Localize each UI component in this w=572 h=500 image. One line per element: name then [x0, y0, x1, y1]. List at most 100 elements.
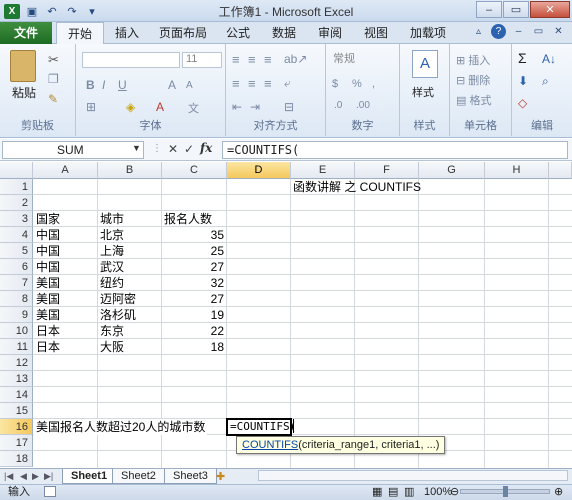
cell-b7[interactable]: 纽约: [98, 275, 126, 291]
sheet-tab-sheet2[interactable]: Sheet2: [112, 469, 165, 484]
formula-input[interactable]: =COUNTIFS(: [222, 141, 568, 159]
sort-filter-icon[interactable]: A↓: [542, 52, 556, 66]
number-format-field[interactable]: 常规: [331, 52, 395, 68]
name-box-dropdown-icon[interactable]: ▼: [132, 143, 141, 153]
orientation-icon[interactable]: ab↗: [284, 52, 307, 66]
next-sheet-icon[interactable]: ▶: [32, 471, 39, 482]
row-header-10[interactable]: 10: [0, 323, 33, 339]
first-sheet-icon[interactable]: |◀: [4, 471, 13, 482]
italic-icon[interactable]: I: [102, 78, 105, 92]
tab-file[interactable]: 文件: [0, 22, 52, 44]
fill-icon[interactable]: ⬇: [518, 74, 528, 88]
column-header-d[interactable]: D: [227, 162, 291, 179]
enter-icon[interactable]: ✓: [184, 142, 194, 156]
row-header-3[interactable]: 3: [0, 211, 33, 227]
cell-b8[interactable]: 迈阿密: [98, 291, 138, 307]
cell-a8[interactable]: 美国: [34, 291, 62, 307]
cell-b10[interactable]: 东京: [98, 323, 126, 339]
column-header-b[interactable]: B: [98, 162, 162, 179]
column-header-f[interactable]: F: [355, 162, 419, 179]
tab-data[interactable]: 数据: [264, 22, 304, 44]
cell-b9[interactable]: 洛杉矶: [98, 307, 138, 323]
row-header-6[interactable]: 6: [0, 259, 33, 275]
styles-icon[interactable]: A: [412, 50, 438, 78]
insert-sheet-icon[interactable]: ✚: [216, 470, 225, 483]
maximize-button[interactable]: ▭: [503, 1, 529, 18]
tooltip-function-link[interactable]: COUNTIFS: [242, 439, 298, 451]
zoom-level[interactable]: 100%: [424, 485, 452, 500]
bold-icon[interactable]: B: [86, 78, 95, 92]
tab-addins[interactable]: 加载项: [402, 22, 454, 44]
cell-a7[interactable]: 美国: [34, 275, 62, 291]
row-header-13[interactable]: 13: [0, 371, 33, 387]
last-sheet-icon[interactable]: ▶|: [44, 471, 53, 482]
cell-c6[interactable]: 27: [162, 259, 226, 275]
tab-page-layout[interactable]: 页面布局: [152, 22, 214, 44]
select-all-corner[interactable]: [0, 162, 33, 179]
cell-b5[interactable]: 上海: [98, 243, 126, 259]
macro-record-icon[interactable]: [44, 486, 56, 497]
find-select-icon[interactable]: ⌕: [542, 74, 549, 89]
row-header-5[interactable]: 5: [0, 243, 33, 259]
column-header-e[interactable]: E: [291, 162, 355, 179]
worksheet-grid[interactable]: A B C D E F G H 1 2 3 4 5 6 7 8 9 10 11 …: [0, 162, 572, 470]
cancel-icon[interactable]: ✕: [168, 142, 178, 156]
horizontal-scrollbar[interactable]: [258, 470, 568, 481]
decrease-decimal-icon[interactable]: .00: [356, 100, 370, 111]
close-button[interactable]: ✕: [530, 1, 570, 18]
row-header-2[interactable]: 2: [0, 195, 33, 211]
paste-label[interactable]: 粘贴: [12, 84, 36, 101]
wrap-text-icon[interactable]: ⤶: [284, 76, 291, 91]
fill-color-icon[interactable]: ◈: [126, 100, 135, 114]
column-header-a[interactable]: A: [33, 162, 98, 179]
cell-c9[interactable]: 19: [162, 307, 226, 323]
row-header-17[interactable]: 17: [0, 435, 33, 451]
delete-cells-button[interactable]: ⊟ 删除: [456, 72, 490, 88]
font-name-field[interactable]: [82, 52, 180, 68]
increase-indent-icon[interactable]: ⇥: [250, 100, 260, 114]
underline-icon[interactable]: U: [118, 78, 127, 92]
row-header-8[interactable]: 8: [0, 291, 33, 307]
cell-a5[interactable]: 中国: [34, 243, 62, 259]
autosum-icon[interactable]: Σ: [518, 50, 527, 66]
cell-a3-header[interactable]: 国家: [34, 211, 62, 227]
cell-c7[interactable]: 32: [162, 275, 226, 291]
cell-a4[interactable]: 中国: [34, 227, 62, 243]
decrease-font-icon[interactable]: A: [186, 80, 193, 91]
row-header-1[interactable]: 1: [0, 179, 33, 195]
row-header-14[interactable]: 14: [0, 387, 33, 403]
cell-e1-heading[interactable]: 函数讲解 之 COUNTIFS: [291, 179, 423, 195]
cell-b4[interactable]: 北京: [98, 227, 126, 243]
normal-view-icon[interactable]: ▦: [372, 485, 382, 500]
tab-view[interactable]: 视图: [356, 22, 396, 44]
minimize-button[interactable]: –: [476, 1, 502, 18]
cell-a10[interactable]: 日本: [34, 323, 62, 339]
copy-icon[interactable]: ❐: [48, 72, 59, 86]
row-header-9[interactable]: 9: [0, 307, 33, 323]
column-header-g[interactable]: G: [419, 162, 485, 179]
name-box[interactable]: SUM: [2, 141, 144, 159]
format-cells-button[interactable]: ▤ 格式: [456, 92, 491, 108]
percent-icon[interactable]: %: [352, 78, 362, 90]
row-header-12[interactable]: 12: [0, 355, 33, 371]
cell-a9[interactable]: 美国: [34, 307, 62, 323]
cell-a16-question[interactable]: 美国报名人数超过20人的城市数: [34, 419, 208, 435]
phonetic-icon[interactable]: 文: [188, 100, 199, 116]
tab-insert[interactable]: 插入: [108, 22, 146, 44]
workbook-restore-icon[interactable]: ▭: [531, 24, 546, 39]
align-center-icon[interactable]: ≡: [248, 76, 256, 91]
help-icon[interactable]: ?: [491, 24, 506, 39]
cell-c5[interactable]: 25: [162, 243, 226, 259]
format-painter-icon[interactable]: ✎: [48, 92, 58, 106]
cell-c3-header[interactable]: 报名人数: [162, 211, 214, 227]
page-break-view-icon[interactable]: ▥: [404, 485, 414, 500]
row-header-4[interactable]: 4: [0, 227, 33, 243]
align-right-icon[interactable]: ≡: [264, 76, 272, 91]
insert-function-icon[interactable]: fx: [200, 141, 212, 155]
comma-icon[interactable]: ,: [372, 78, 375, 90]
align-top-icon[interactable]: ≡: [232, 52, 240, 67]
currency-icon[interactable]: $: [332, 78, 338, 90]
zoom-out-icon[interactable]: ⊖: [450, 485, 459, 500]
column-header-h[interactable]: H: [485, 162, 549, 179]
insert-cells-button[interactable]: ⊞ 插入: [456, 52, 490, 68]
